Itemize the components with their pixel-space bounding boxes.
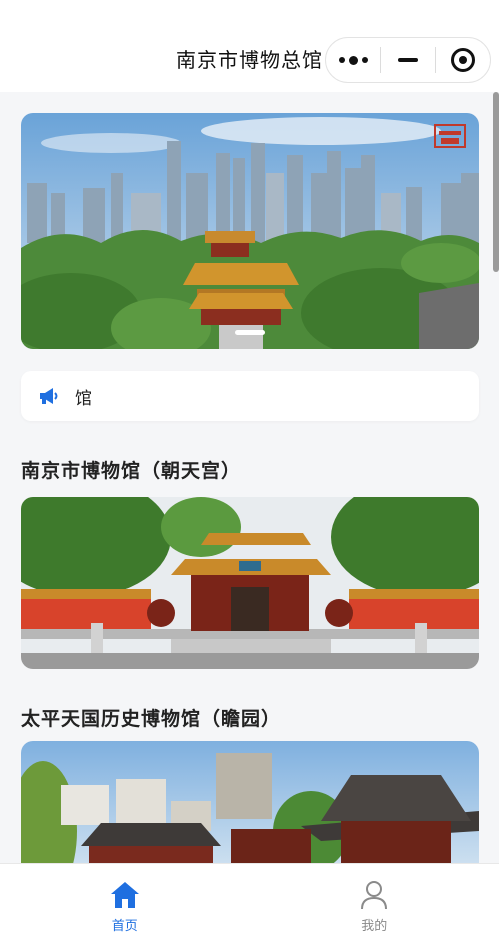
more-button[interactable] xyxy=(326,38,380,82)
notice-text: 馆 xyxy=(75,388,92,409)
nav-bar: 南京市博物总馆 xyxy=(0,0,499,92)
museum-card-zhanyuan[interactable] xyxy=(21,741,479,863)
section-title: 南京市博物馆（朝天宫） xyxy=(21,460,242,482)
user-icon xyxy=(361,881,388,910)
notice-bar[interactable]: 馆 xyxy=(21,371,479,421)
museum-card-chaotiangong[interactable] xyxy=(21,497,479,669)
tab-home[interactable]: 首页 xyxy=(0,864,250,945)
close-button[interactable] xyxy=(436,38,490,82)
tab-home-label: 首页 xyxy=(111,919,138,934)
tab-mine-label: 我的 xyxy=(361,919,388,934)
home-icon xyxy=(110,882,139,908)
target-close-icon xyxy=(451,48,475,72)
museum-image xyxy=(21,497,479,669)
carousel-indicator xyxy=(21,330,479,335)
tab-bar: 首页 我的 xyxy=(0,863,499,945)
megaphone-icon xyxy=(40,388,58,404)
more-dots-icon xyxy=(338,55,368,65)
minimize-button[interactable] xyxy=(381,38,435,82)
section-title: 太平天国历史博物馆（瞻园） xyxy=(21,708,282,730)
scrollbar[interactable] xyxy=(493,92,499,272)
banner-image xyxy=(21,113,479,349)
mini-program-capsule xyxy=(325,37,491,83)
museum-image xyxy=(21,741,479,863)
banner-carousel[interactable] xyxy=(21,113,479,349)
tab-mine[interactable]: 我的 xyxy=(250,864,499,945)
minimize-icon xyxy=(398,58,418,62)
